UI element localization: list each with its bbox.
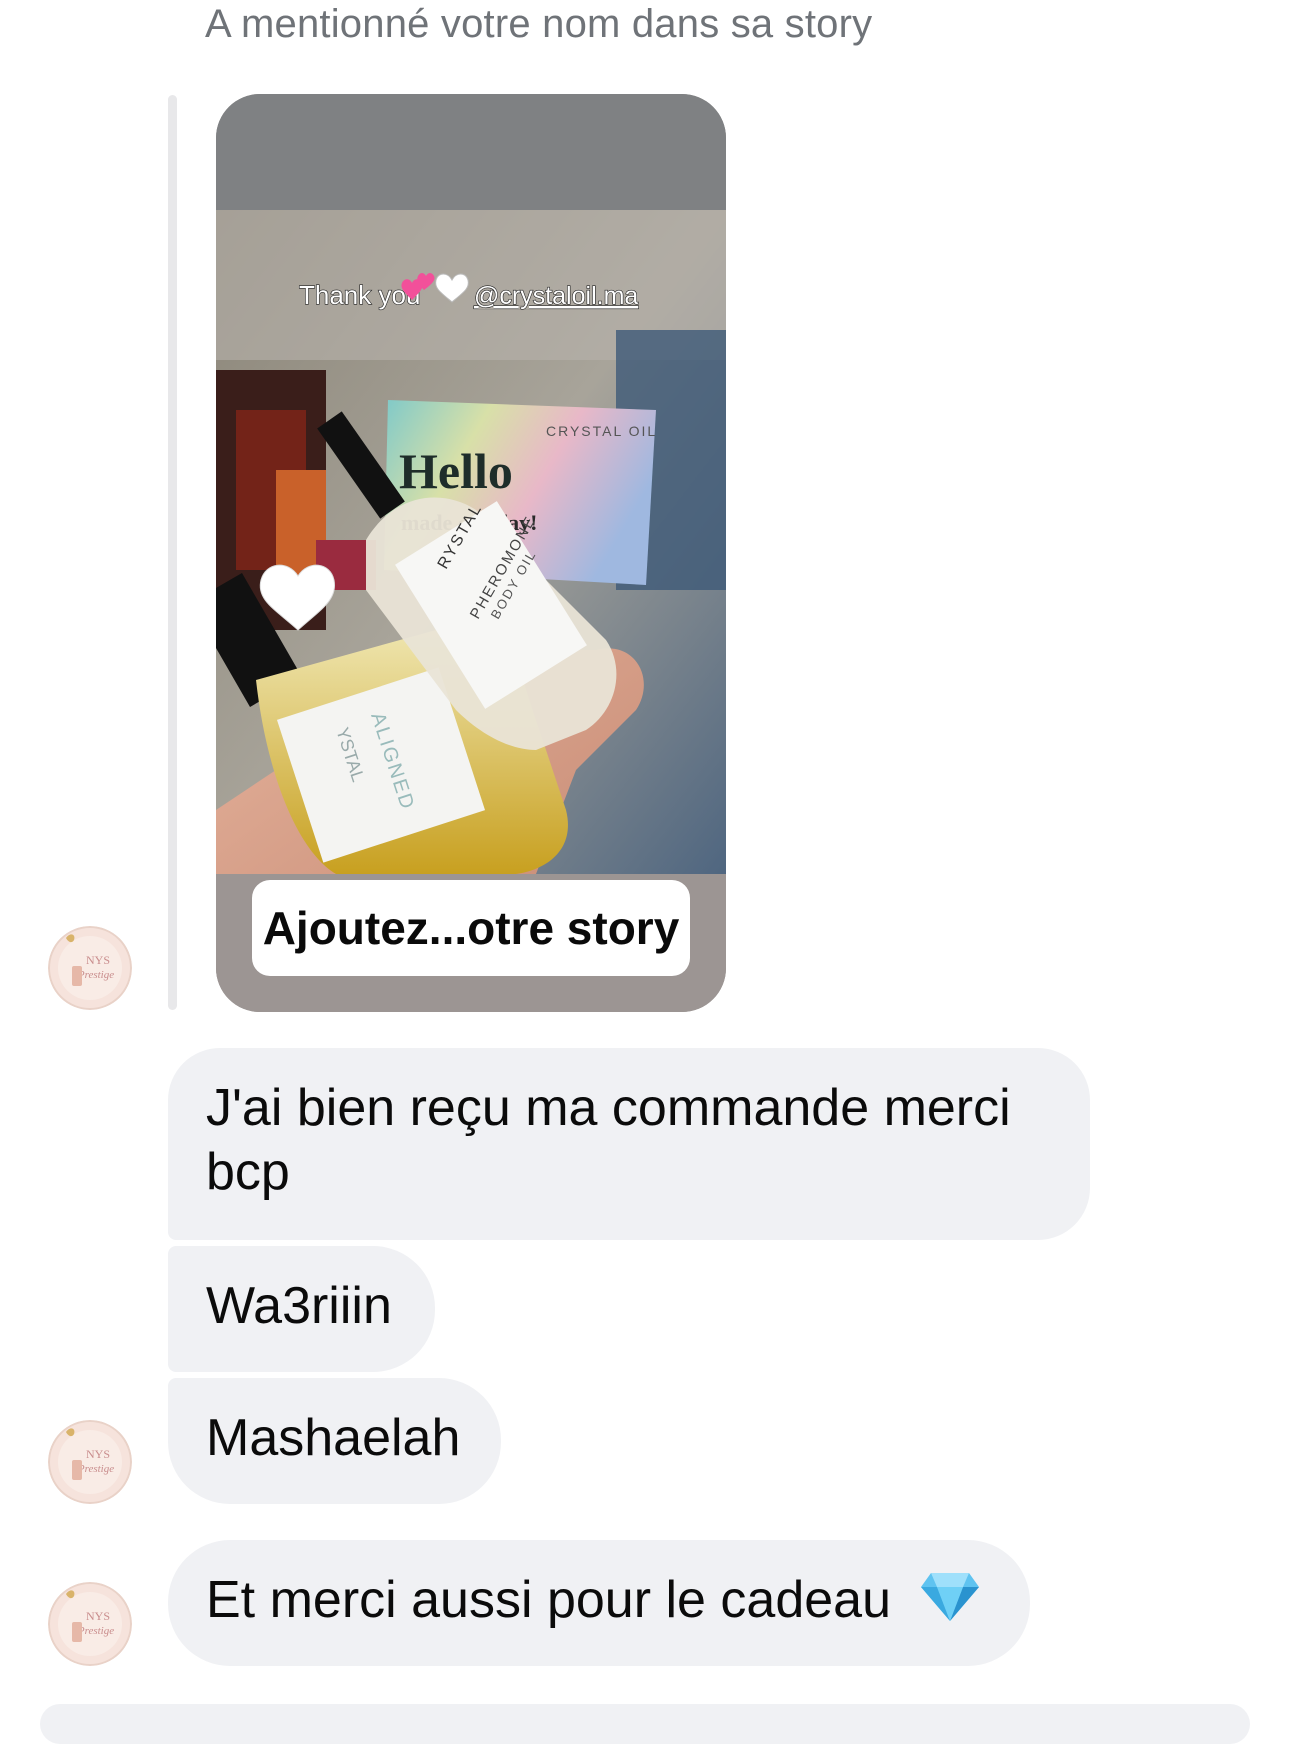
- story-top-band: [216, 94, 726, 210]
- story-mention-note: A mentionné votre nom dans sa story: [205, 2, 873, 46]
- avatar[interactable]: NYS Prestige: [48, 926, 132, 1010]
- message-bubble[interactable]: Mashaelah: [168, 1378, 501, 1504]
- avatar[interactable]: NYS Prestige: [48, 1582, 132, 1666]
- avatar-line1: NYS: [86, 1447, 110, 1461]
- avatar-line1: NYS: [86, 953, 110, 967]
- message-bubble[interactable]: J'ai bien reçu ma commande merci bcp: [168, 1048, 1090, 1240]
- avatar[interactable]: NYS Prestige: [48, 1420, 132, 1504]
- message-bubble[interactable]: Et merci aussi pour le cadeau: [168, 1540, 1030, 1666]
- message-text: Wa3riiin: [206, 1277, 392, 1335]
- avatar-line2: Prestige: [77, 1463, 114, 1475]
- bottom-input-edge: [40, 1704, 1250, 1744]
- avatar-line2: Prestige: [77, 1625, 114, 1637]
- gem-icon: [919, 1571, 981, 1638]
- story-card[interactable]: CRYSTAL OIL Hello made our day! YSTAL AL…: [216, 94, 726, 1012]
- card-brand: CRYSTAL OIL: [546, 423, 657, 439]
- story-photo[interactable]: CRYSTAL OIL Hello made our day! YSTAL AL…: [216, 210, 726, 990]
- message-bubble[interactable]: Wa3riiin: [168, 1246, 435, 1372]
- quote-bar: [168, 95, 177, 1010]
- avatar-line1: NYS: [86, 1609, 110, 1623]
- card-greeting: Hello: [399, 443, 513, 499]
- message-text-line2: bcp: [206, 1143, 290, 1201]
- message-text: Mashaelah: [206, 1409, 461, 1467]
- message-text: Et merci aussi pour le cadeau: [206, 1571, 892, 1629]
- mention-handle: @crystaloil.ma: [474, 282, 638, 310]
- add-story-button[interactable]: Ajoutez...otre story: [252, 880, 690, 976]
- message-text-line1: J'ai bien reçu ma commande merci: [206, 1079, 1011, 1137]
- avatar-line2: Prestige: [77, 969, 114, 981]
